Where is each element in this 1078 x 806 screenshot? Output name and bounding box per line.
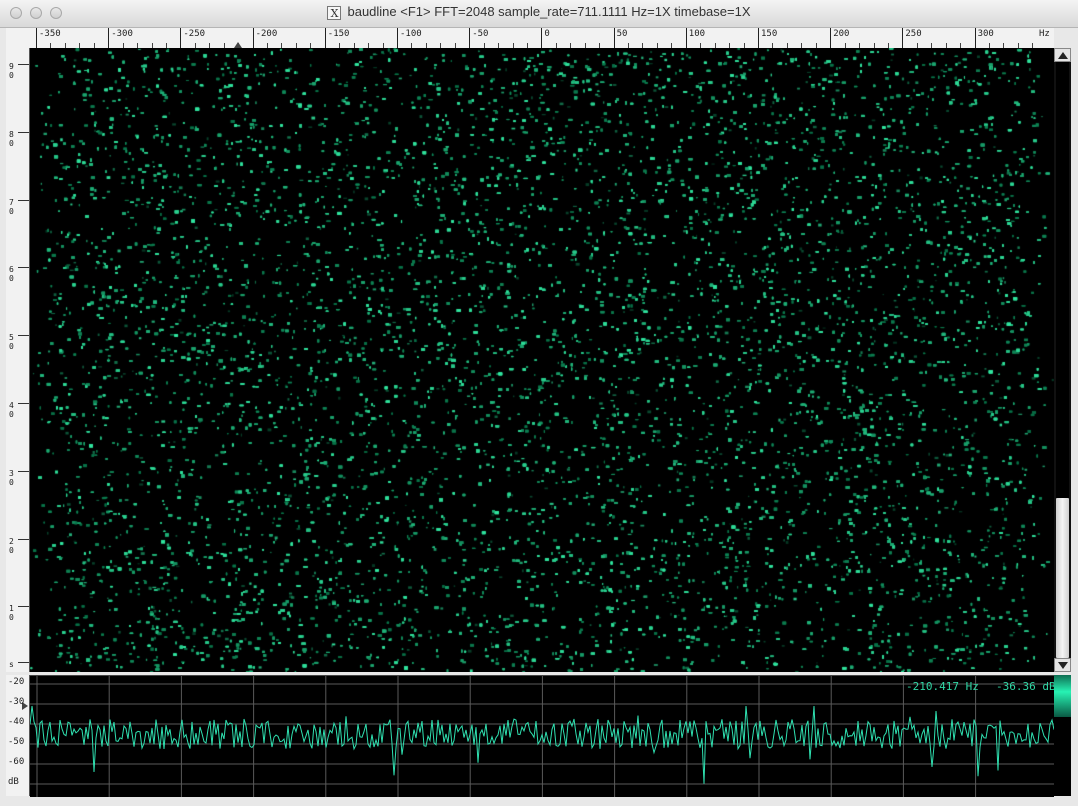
scroll-down-arrow-icon[interactable] [1054, 658, 1071, 672]
freq-major-tick [108, 28, 110, 48]
db-tick-label: -50 [8, 737, 25, 747]
spectrum-plot[interactable] [30, 676, 1054, 797]
freq-major-tick [36, 28, 37, 48]
freq-tick-label: 50 [616, 29, 628, 39]
freq-tick-label: -300 [111, 29, 133, 39]
freq-tick-label: 200 [833, 29, 850, 39]
freq-major-tick [469, 28, 471, 48]
scroll-track[interactable] [1056, 62, 1069, 658]
time-tick-label: 3 0 [9, 468, 14, 487]
time-tick [18, 199, 29, 201]
freq-major-tick [830, 28, 832, 48]
time-tick [18, 335, 29, 337]
spectrogram-canvas[interactable] [30, 48, 1054, 672]
time-tick-label: 4 0 [9, 401, 14, 419]
freq-tick-label: -100 [400, 29, 422, 39]
color-aperture-bar[interactable] [1054, 675, 1071, 796]
baudline-window: Xbaudline <F1> FFT=2048 sample_rate=711.… [0, 0, 1078, 806]
time-tick-label: 9 0 [9, 62, 14, 80]
freq-tick-label: 0 [544, 29, 550, 39]
db-tick-label: -20 [8, 677, 25, 687]
time-tick [18, 64, 29, 65]
time-tick [18, 267, 29, 269]
freq-tick-label: 250 [905, 29, 922, 39]
freq-major-tick [180, 28, 182, 48]
time-ruler[interactable]: 9 0 8 0 7 0 6 0 5 0 4 0 3 0 2 0 1 0 s [6, 48, 30, 672]
time-tick-label: 6 0 [9, 265, 14, 284]
time-tick [18, 403, 29, 404]
freq-major-tick [541, 28, 543, 48]
time-tick-label: 1 0 [9, 604, 14, 623]
freq-tick-label: -250 [183, 29, 206, 39]
time-tick [18, 538, 29, 540]
time-tick [18, 606, 29, 608]
spectrogram-display[interactable] [30, 48, 1054, 672]
freq-major-tick [324, 28, 326, 48]
time-tick-label: 2 0 [9, 536, 14, 555]
freq-tick-label: -350 [39, 29, 61, 39]
freq-tick-label: 300 [977, 29, 994, 39]
freq-major-tick [252, 28, 254, 48]
db-ruler[interactable]: -20 -30 -40 -50 -60 dB [6, 675, 30, 796]
freq-major-tick [758, 28, 759, 48]
freq-tick-label: -150 [327, 29, 350, 39]
freq-tick-label: Hz [1039, 29, 1050, 39]
freq-major-tick [397, 28, 398, 48]
vertical-scrollbar[interactable] [1054, 48, 1071, 672]
spectrum-display[interactable]: -210.417 Hz -36.36 dB [30, 675, 1054, 797]
time-tick [18, 662, 29, 663]
frequency-readout: -210.417 Hz [906, 680, 979, 693]
color-aperture-indicator [1054, 675, 1071, 717]
window-title-area: Xbaudline <F1> FFT=2048 sample_rate=711.… [0, 4, 1078, 20]
time-tick-label: 8 0 [9, 129, 14, 148]
time-tick-label: s [9, 660, 14, 669]
scroll-up-arrow-icon[interactable] [1054, 48, 1071, 62]
freq-major-tick [974, 28, 976, 48]
freq-major-tick [613, 28, 615, 48]
db-tick-label: dB [8, 777, 19, 787]
time-tick-label: 7 0 [9, 197, 14, 216]
db-tick-label: -30 [8, 697, 25, 707]
frequency-ruler[interactable]: -350 -300 -250 -200 -150 -100 -50 0 50 100 150 200 2… [29, 28, 1054, 49]
time-tick-label: 5 0 [9, 333, 14, 352]
ruler-corner [6, 28, 29, 49]
freq-tick-label: 100 [688, 29, 706, 39]
freq-tick-label: 150 [761, 29, 778, 39]
level-readout: -36.36 dB [996, 680, 1054, 693]
scroll-thumb[interactable] [1056, 498, 1069, 658]
db-tick-label: -60 [8, 757, 25, 767]
freq-tick-label: -200 [255, 29, 278, 39]
title-bar[interactable]: Xbaudline <F1> FFT=2048 sample_rate=711.… [0, 0, 1078, 28]
freq-major-tick [902, 28, 904, 48]
x11-app-icon: X [327, 6, 342, 20]
freq-major-tick [685, 28, 687, 48]
time-tick [18, 470, 29, 472]
freq-tick-label: -50 [472, 29, 489, 39]
time-tick [18, 131, 29, 133]
window-title: baudline <F1> FFT=2048 sample_rate=711.1… [347, 4, 751, 19]
db-tick-label: -40 [8, 717, 25, 727]
